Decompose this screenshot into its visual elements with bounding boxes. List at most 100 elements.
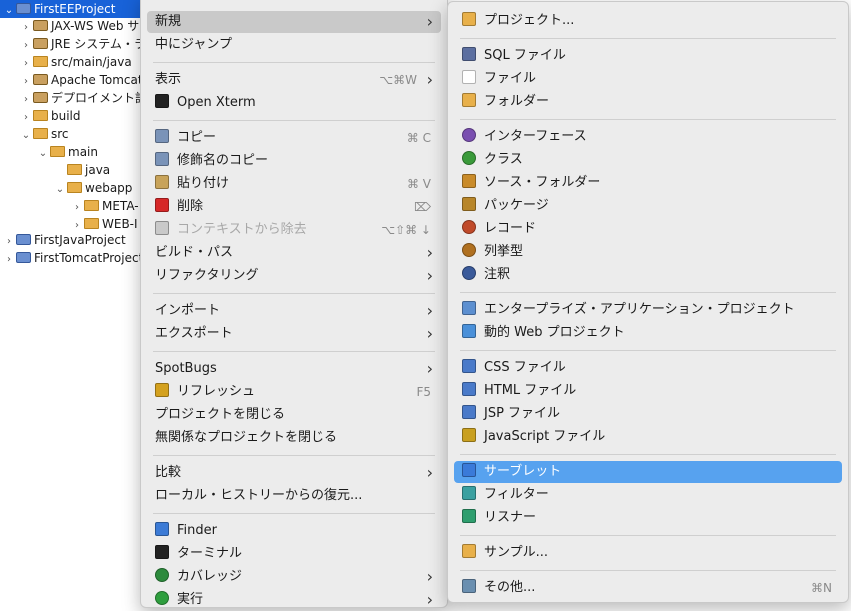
menu-separator [153, 120, 435, 121]
new-menu-item[interactable]: クラス [454, 149, 842, 171]
new-menu-item[interactable]: エンタープライズ・アプリケーション・プロジェクト [454, 299, 842, 321]
context-menu-item[interactable]: 表示 ⌥⌘W › [147, 69, 441, 91]
chevron-right-icon: › [426, 12, 433, 31]
menu-item-label: コピー [177, 130, 217, 145]
context-menu-item[interactable]: ビルド・パス › [147, 242, 441, 264]
new-menu-item[interactable]: レコード [454, 218, 842, 240]
tree-item[interactable]: › build [0, 107, 81, 125]
context-menu-item[interactable]: Open Xterm [147, 92, 441, 114]
context-menu-item[interactable]: リファクタリング › [147, 265, 441, 287]
new-menu-item[interactable]: JSP ファイル [454, 403, 842, 425]
tree-item[interactable]: java [0, 161, 110, 179]
sample-icon [462, 544, 476, 558]
new-menu-item[interactable]: 注釈 [454, 264, 842, 286]
tree-item-label: Apache Tomcat [51, 73, 143, 87]
context-menu-item[interactable]: ターミナル [147, 543, 441, 565]
menu-item-label: 新規 [155, 14, 182, 29]
chevron-right-icon: › [426, 567, 433, 586]
new-menu-item[interactable]: 動的 Web プロジェクト [454, 322, 842, 344]
filter-icon [462, 486, 476, 500]
context-menu-item[interactable]: 修飾名のコピー [147, 150, 441, 172]
tree-item[interactable]: ⌄ webapp [0, 179, 133, 197]
tree-item[interactable]: › FirstTomcatProject [0, 249, 143, 267]
new-menu-item[interactable]: HTML ファイル [454, 380, 842, 402]
new-menu-item[interactable]: JavaScript ファイル [454, 426, 842, 448]
new-menu-item[interactable]: ファイル [454, 68, 842, 90]
folder-icon [33, 56, 48, 67]
tree-item-label: META- [102, 199, 139, 213]
menu-separator [153, 293, 435, 294]
context-menu-item[interactable]: プロジェクトを閉じる [147, 404, 441, 426]
tree-item-label: FirstTomcatProject [34, 251, 144, 265]
menu-item-label: その他... [484, 580, 536, 595]
context-menu-item[interactable]: 中にジャンプ [147, 34, 441, 56]
menu-item-label: 修飾名のコピー [177, 153, 269, 168]
context-menu-item: コンテキストから除去 ⌥⇧⌘ ↓ [147, 219, 441, 241]
menu-separator [460, 454, 836, 455]
tree-item[interactable]: › JAX-WS Web サ [0, 17, 139, 35]
context-menu-item[interactable]: 比較 › [147, 462, 441, 484]
menu-item-label: 比較 [155, 465, 182, 480]
terminal-icon [155, 94, 169, 108]
lib-icon [33, 20, 48, 31]
project-icon [16, 234, 31, 245]
menu-separator [460, 535, 836, 536]
tree-item[interactable]: › src/main/java [0, 53, 132, 71]
menu-item-label: リフレッシュ [177, 384, 256, 399]
new-menu-item[interactable]: サーブレット [454, 461, 842, 483]
chevron-right-icon[interactable]: › [4, 251, 14, 269]
menu-item-label: ターミナル [177, 546, 243, 561]
new-menu-item[interactable]: その他... ⌘N [454, 577, 842, 599]
folder-icon [50, 146, 65, 157]
record-icon [462, 220, 476, 234]
new-menu-item[interactable]: パッケージ [454, 195, 842, 217]
menu-item-label: レコード [484, 221, 537, 236]
context-menu: 新規 › 中にジャンプ 表示 ⌥⌘W › Open Xterm コピー ⌘ C 修飾名のコピー貼り… [140, 0, 448, 611]
chevron-right-icon: › [426, 70, 433, 89]
context-menu-item[interactable]: 新規 › [147, 11, 441, 33]
menu-separator [460, 119, 836, 120]
new-menu-item[interactable]: フィルター [454, 484, 842, 506]
menu-item-label: フィルター [484, 487, 549, 502]
folder-icon [67, 182, 82, 193]
tree-item[interactable]: › FirstJavaProject [0, 231, 126, 249]
context-menu-item[interactable]: 削除 ⌦ [147, 196, 441, 218]
tree-item[interactable]: › META- [0, 197, 139, 215]
tree-item[interactable]: ⌄ main [0, 143, 98, 161]
menu-item-label: エクスポート [155, 326, 233, 341]
context-menu-item[interactable]: SpotBugs › [147, 358, 441, 380]
other-icon [462, 579, 476, 593]
new-menu-item[interactable]: CSS ファイル [454, 357, 842, 379]
context-menu-item[interactable]: コピー ⌘ C [147, 127, 441, 149]
context-menu-item[interactable]: ローカル・ヒストリーからの復元... [147, 485, 441, 507]
new-menu-item[interactable]: 列挙型 [454, 241, 842, 263]
context-menu-item[interactable]: Finder [147, 520, 441, 542]
new-menu-item[interactable]: インターフェース [454, 126, 842, 148]
lib-icon [33, 38, 48, 49]
source-folder-icon [462, 174, 476, 188]
tree-item-label: src [51, 127, 69, 141]
context-menu-item[interactable]: エクスポート › [147, 323, 441, 345]
tree-item[interactable]: › Apache Tomcat [0, 71, 143, 89]
new-menu-item[interactable]: プロジェクト... [454, 10, 842, 32]
tree-item[interactable]: › デプロイメント記 [0, 89, 147, 107]
tree-item[interactable]: ⌄ src [0, 125, 69, 143]
copy-qualified-icon [155, 152, 169, 166]
new-menu-item[interactable]: ソース・フォルダー [454, 172, 842, 194]
context-menu-item[interactable]: リフレッシュ F5 [147, 381, 441, 403]
context-menu-item[interactable]: 貼り付け ⌘ V [147, 173, 441, 195]
new-menu-item[interactable]: SQL ファイル [454, 45, 842, 67]
shortcut-label: ⌘ V [406, 177, 431, 191]
chevron-right-icon: › [426, 301, 433, 320]
context-menu-item[interactable]: カバレッジ › [147, 566, 441, 588]
tree-item[interactable]: › JRE システム・ラ [0, 35, 146, 53]
context-menu-item[interactable]: 実行 › [147, 589, 441, 611]
new-menu-item[interactable]: サンプル... [454, 542, 842, 564]
menu-item-label: コンテキストから除去 [177, 222, 307, 237]
refresh-icon [155, 383, 169, 397]
new-menu-item[interactable]: フォルダー [454, 91, 842, 113]
context-menu-item[interactable]: インポート › [147, 300, 441, 322]
context-menu-item[interactable]: 無関係なプロジェクトを閉じる [147, 427, 441, 449]
new-menu-item[interactable]: リスナー [454, 507, 842, 529]
javascript-file-icon [462, 428, 476, 442]
